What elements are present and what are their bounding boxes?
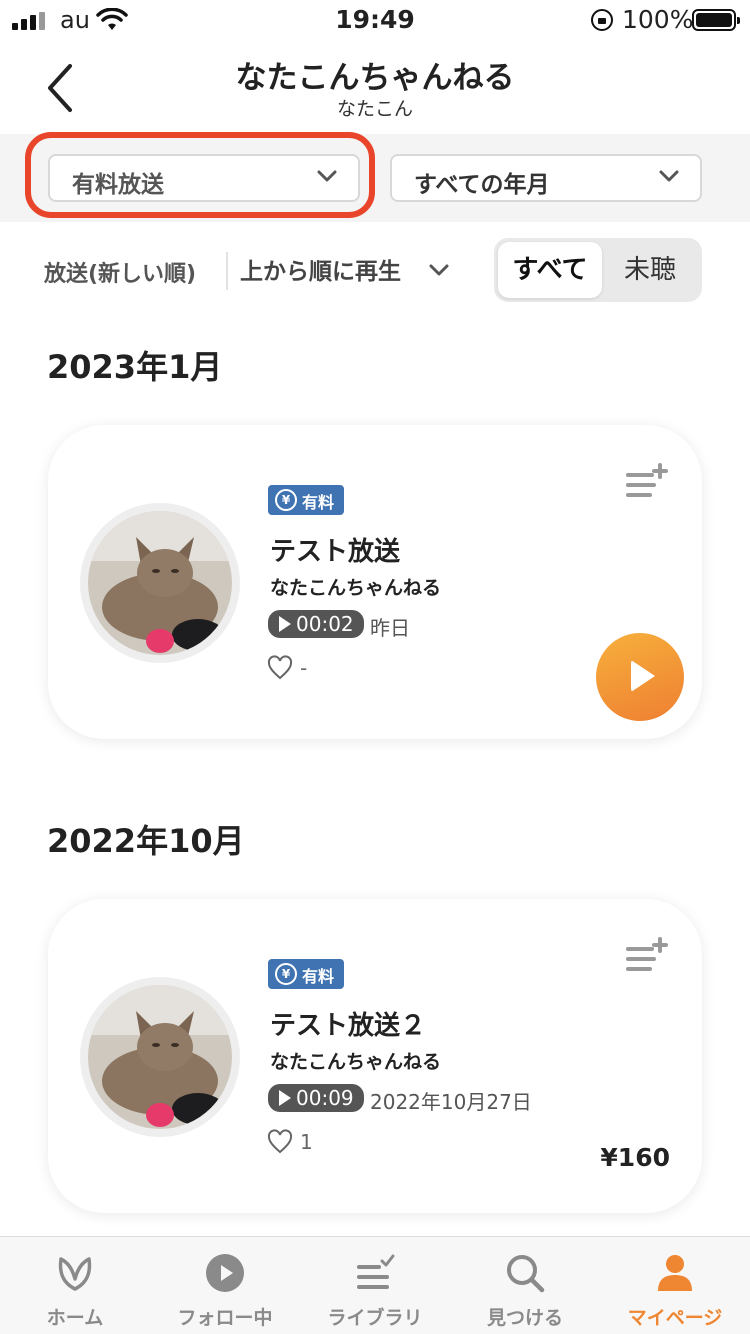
year-month-value: すべての年月 bbox=[414, 172, 550, 198]
library-check-icon bbox=[357, 1254, 395, 1289]
episode-card[interactable]: ¥ 有料 テスト放送 なたこんちゃんねる 00:02 昨日 - bbox=[48, 425, 702, 739]
divider bbox=[226, 252, 228, 290]
month-heading: 2023年1月 bbox=[47, 348, 223, 386]
tab-label: ライブラリ bbox=[327, 1307, 423, 1329]
broadcast-type-dropdown[interactable]: 有料放送 bbox=[48, 154, 360, 202]
month-heading: 2022年10月 bbox=[47, 822, 245, 860]
filter-bar: 有料放送 すべての年月 bbox=[0, 134, 750, 222]
episode-title[interactable]: テスト放送 bbox=[270, 531, 400, 568]
episode-date: 2022年10月27日 bbox=[370, 1090, 532, 1114]
yen-icon: ¥ bbox=[275, 489, 297, 511]
tab-label: ホーム bbox=[46, 1307, 104, 1329]
episode-channel: なたこんちゃんねる bbox=[270, 1051, 442, 1073]
add-to-playlist-icon[interactable] bbox=[624, 461, 670, 501]
chevron-down-icon bbox=[429, 264, 449, 276]
battery-icon bbox=[692, 9, 740, 31]
price-label: ¥160 bbox=[600, 1143, 670, 1172]
paid-badge: ¥ 有料 bbox=[268, 485, 344, 515]
play-circle-icon bbox=[206, 1254, 244, 1292]
play-mode-label: 上から順に再生 bbox=[240, 259, 401, 285]
episode-date: 昨日 bbox=[370, 616, 410, 640]
person-icon bbox=[658, 1255, 692, 1291]
listened-filter-segmented-control: すべて 未聴 bbox=[494, 238, 702, 302]
chevron-down-icon bbox=[659, 170, 679, 182]
page-subtitle: なたこん bbox=[336, 98, 413, 120]
chevron-down-icon bbox=[317, 170, 337, 182]
heart-icon[interactable] bbox=[266, 1129, 294, 1155]
segment-all[interactable]: すべて bbox=[498, 242, 602, 298]
duration-badge: 00:09 bbox=[268, 1084, 364, 1112]
episode-title[interactable]: テスト放送２ bbox=[270, 1005, 426, 1042]
heart-icon[interactable] bbox=[266, 655, 294, 681]
tab-label: マイページ bbox=[627, 1307, 723, 1329]
segment-unheard[interactable]: 未聴 bbox=[602, 242, 698, 298]
cat-photo bbox=[88, 985, 232, 1129]
tab-discover[interactable]: 見つける bbox=[450, 1237, 600, 1334]
tab-library[interactable]: ライブラリ bbox=[300, 1237, 450, 1334]
sort-order-label[interactable]: 放送(新しい順) bbox=[44, 256, 196, 288]
status-bar: au 19:49 100% bbox=[0, 0, 750, 40]
avatar bbox=[80, 503, 240, 663]
tab-following[interactable]: フォロー中 bbox=[150, 1237, 300, 1334]
duration-badge: 00:02 bbox=[268, 610, 364, 638]
rotation-lock-icon bbox=[591, 9, 613, 31]
search-icon bbox=[507, 1255, 545, 1293]
yen-icon: ¥ bbox=[275, 963, 297, 985]
avatar bbox=[80, 977, 240, 1137]
tab-label: フォロー中 bbox=[177, 1307, 273, 1329]
play-mode-dropdown[interactable]: 上から順に再生 bbox=[240, 252, 449, 292]
leaf-icon bbox=[58, 1257, 92, 1291]
add-to-playlist-icon[interactable] bbox=[624, 935, 670, 975]
broadcast-type-value: 有料放送 bbox=[72, 172, 164, 198]
tab-mypage[interactable]: マイページ bbox=[600, 1237, 750, 1334]
year-month-dropdown[interactable]: すべての年月 bbox=[390, 154, 702, 202]
tab-home[interactable]: ホーム bbox=[0, 1237, 150, 1334]
page-title: なたこんちゃんねる bbox=[235, 60, 515, 96]
paid-badge: ¥ 有料 bbox=[268, 959, 344, 989]
episode-card[interactable]: ¥ 有料 テスト放送２ なたこんちゃんねる 00:09 2022年10月27日 … bbox=[48, 899, 702, 1213]
cat-photo bbox=[88, 511, 232, 655]
battery-percent: 100% bbox=[622, 5, 694, 34]
like-count: 1 bbox=[300, 1130, 313, 1154]
play-button[interactable] bbox=[596, 633, 684, 721]
tab-bar: ホーム フォロー中 ライブラリ 見つける マイページ bbox=[0, 1236, 750, 1334]
episode-channel: なたこんちゃんねる bbox=[270, 577, 442, 599]
tab-label: 見つける bbox=[486, 1307, 563, 1329]
like-count: - bbox=[300, 656, 308, 680]
